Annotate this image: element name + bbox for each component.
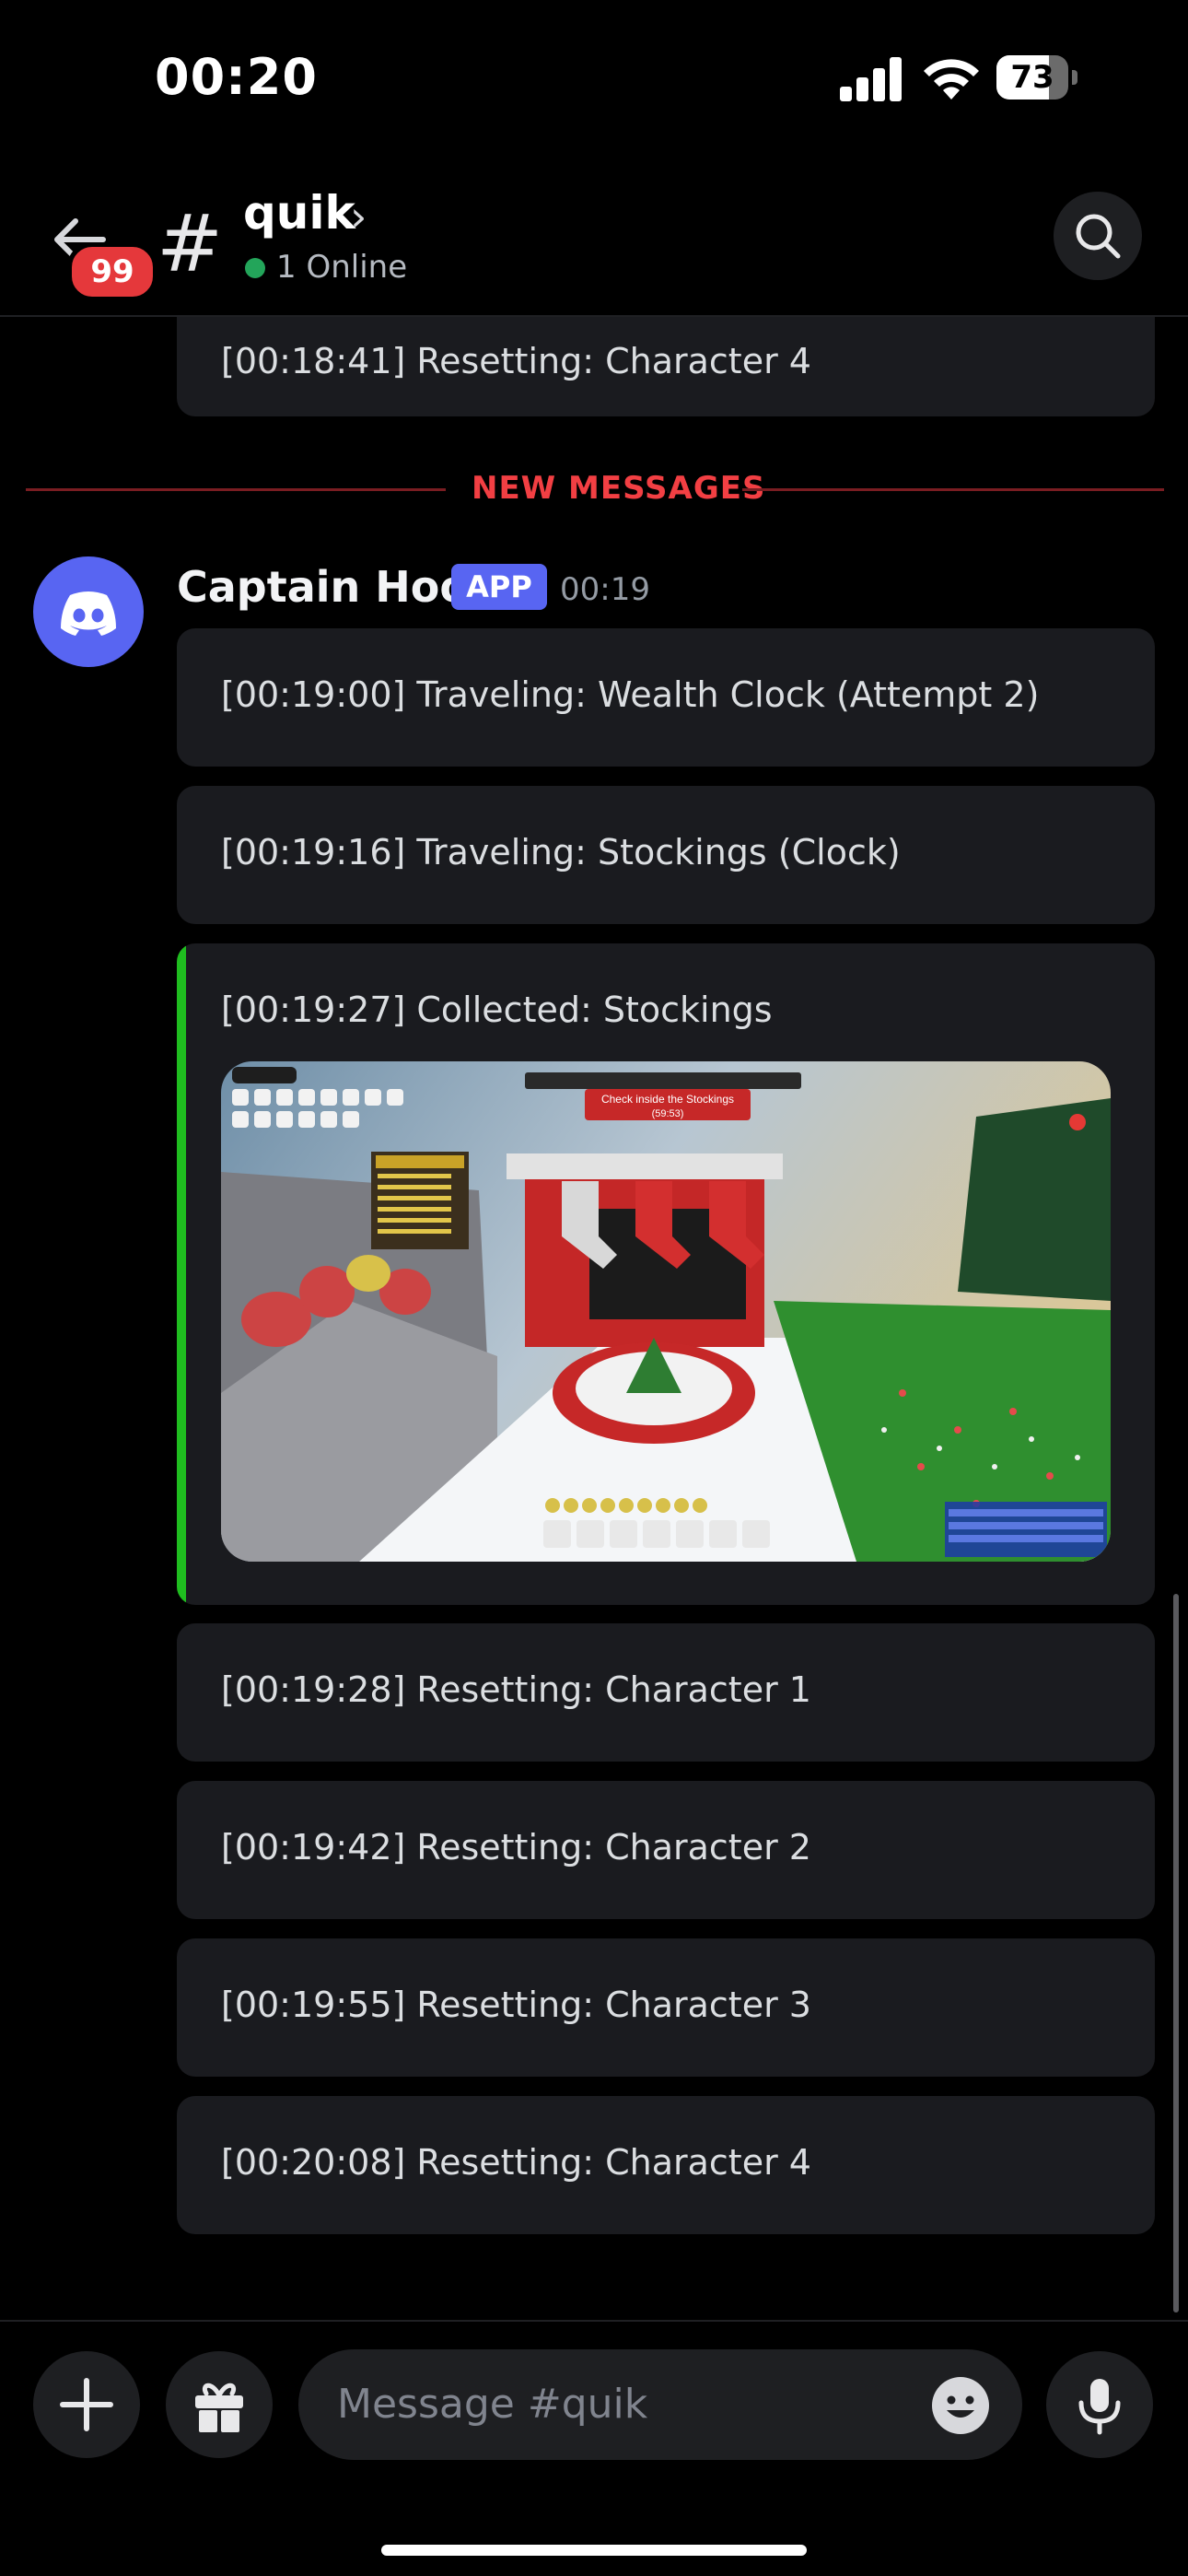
gift-icon: [195, 2383, 243, 2432]
message-timestamp: 00:19: [560, 571, 650, 608]
message-text: [00:19:00] Traveling: Wealth Clock (Atte…: [221, 674, 1040, 715]
search-icon: [1076, 214, 1121, 259]
microphone-icon: [1078, 2379, 1121, 2435]
message-item[interactable]: [00:18:41] Resetting: Character 4: [177, 317, 1155, 416]
battery-icon: 73: [996, 55, 1079, 100]
message-text: [00:19:55] Resetting: Character 3: [221, 1985, 811, 2025]
add-attachment-button[interactable]: [33, 2351, 140, 2458]
message-text: [00:19:16] Traveling: Stockings (Clock): [221, 832, 901, 872]
message-text: [00:19:28] Resetting: Character 1: [221, 1669, 811, 1710]
message-item[interactable]: [00:20:08] Resetting: Character 4: [177, 2096, 1155, 2234]
online-status-dot: [245, 258, 265, 278]
message-item[interactable]: [00:19:00] Traveling: Wealth Clock (Atte…: [177, 628, 1155, 767]
hud-timer: (59:53): [652, 1108, 684, 1119]
composer-divider: [0, 2320, 1188, 2322]
message-text: [00:20:08] Resetting: Character 4: [221, 2142, 811, 2183]
online-count: 1 Online: [276, 249, 408, 286]
avatar[interactable]: [33, 556, 144, 667]
new-messages-line-right: [742, 488, 1164, 491]
unread-badge: 99: [67, 242, 157, 301]
search-button[interactable]: [1054, 192, 1142, 280]
emoji-icon[interactable]: [930, 2375, 991, 2436]
app-badge: APP: [451, 564, 547, 610]
message-input-placeholder: Message #quik: [337, 2381, 648, 2428]
wifi-icon: [924, 59, 979, 100]
status-time: 00:20: [155, 48, 318, 106]
home-indicator[interactable]: [381, 2545, 807, 2556]
plus-icon: [60, 2378, 113, 2431]
channel-hash-icon: #: [157, 198, 224, 290]
message-author[interactable]: Captain Hook: [177, 562, 497, 612]
message-text: [00:19:42] Resetting: Character 2: [221, 1827, 811, 1868]
embed-image[interactable]: Check inside the Stockings (59:53): [221, 1061, 1111, 1562]
message-item[interactable]: [00:19:42] Resetting: Character 2: [177, 1781, 1155, 1919]
message-text: [00:18:41] Resetting: Character 4: [221, 341, 811, 381]
message-item[interactable]: [00:19:28] Resetting: Character 1: [177, 1623, 1155, 1762]
hud-text: Check inside the Stockings: [601, 1093, 734, 1106]
chevron-right-icon[interactable]: ›: [350, 192, 367, 241]
discord-logo-icon: [61, 591, 116, 636]
gift-button[interactable]: [166, 2351, 273, 2458]
new-messages-divider: NEW MESSAGES: [472, 470, 766, 507]
message-text: [00:19:27] Collected: Stockings: [221, 989, 773, 1030]
message-item[interactable]: [00:19:55] Resetting: Character 3: [177, 1938, 1155, 2077]
scrollbar-thumb[interactable]: [1173, 1594, 1179, 2313]
game-screenshot: Check inside the Stockings (59:53): [221, 1061, 1111, 1562]
battery-level: 73: [1010, 59, 1054, 96]
channel-name[interactable]: quik: [243, 186, 355, 240]
voice-message-button[interactable]: [1046, 2351, 1153, 2458]
new-messages-line-left: [26, 488, 446, 491]
cellular-signal-icon: [840, 57, 903, 101]
message-item[interactable]: [00:19:16] Traveling: Stockings (Clock): [177, 786, 1155, 924]
